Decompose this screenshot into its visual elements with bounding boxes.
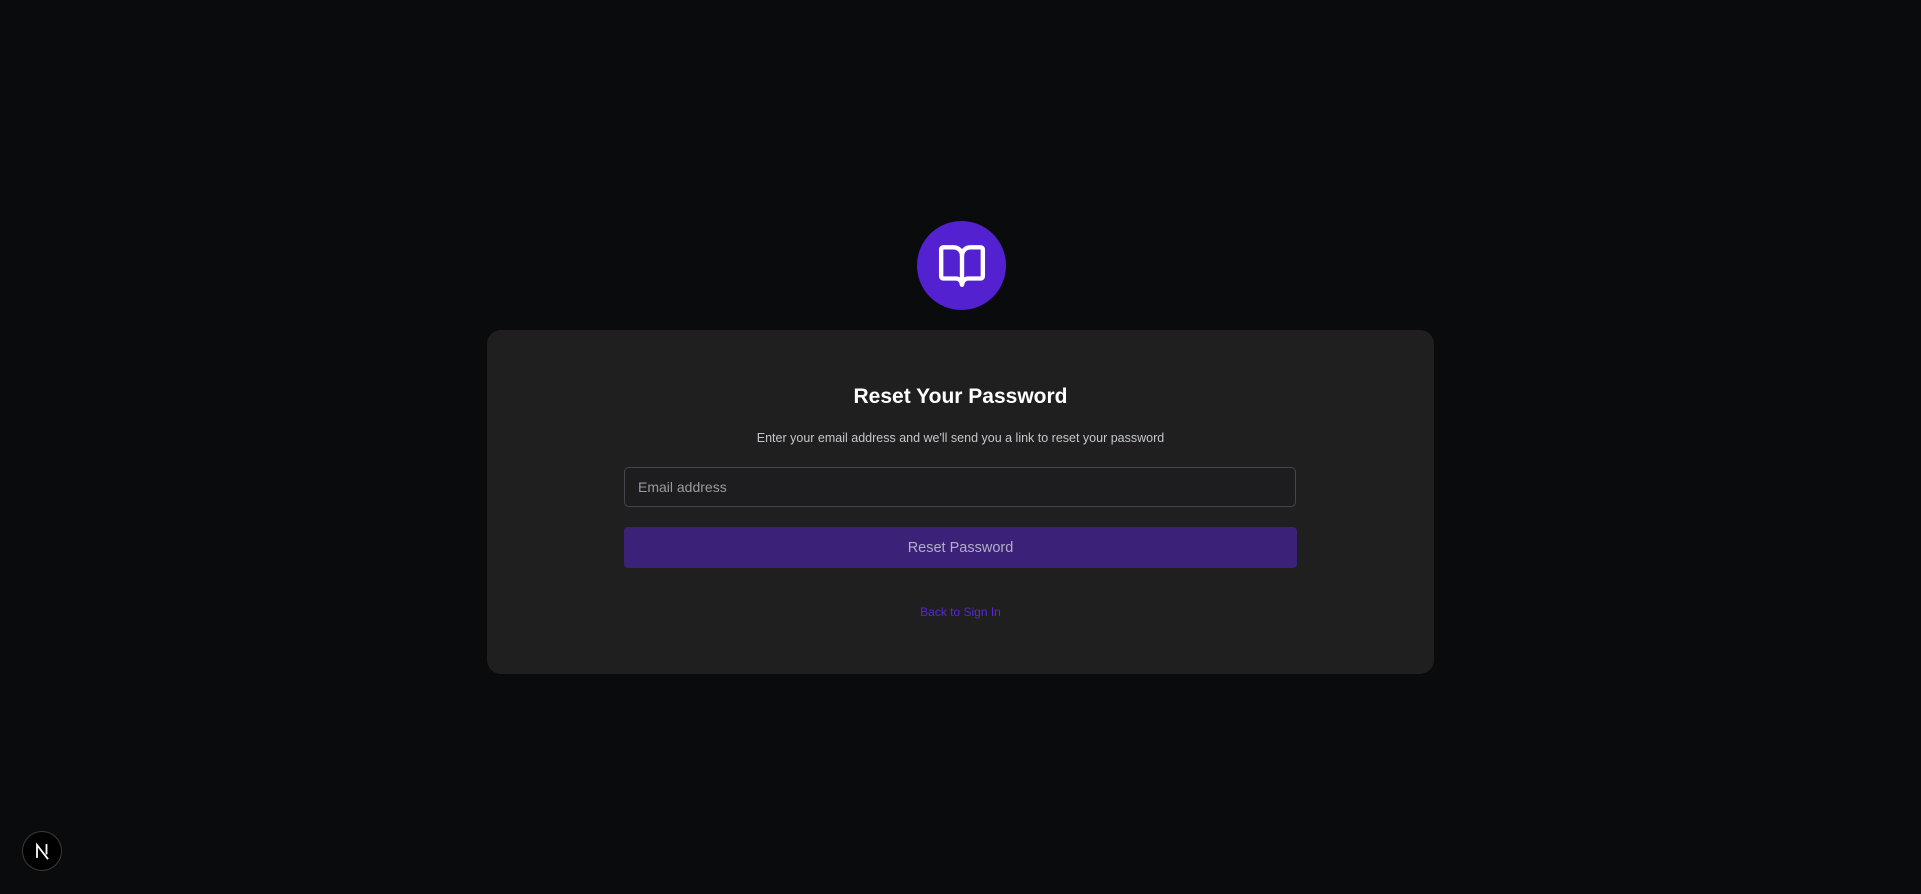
page-title: Reset Your Password <box>853 385 1068 408</box>
reset-password-card: Reset Your Password Enter your email add… <box>487 330 1434 674</box>
back-to-sign-in-link[interactable]: Back to Sign In <box>920 605 1001 619</box>
nextjs-dev-badge[interactable] <box>22 831 62 871</box>
app-logo <box>917 221 1006 310</box>
email-input[interactable] <box>624 467 1296 507</box>
reset-password-page: Reset Your Password Enter your email add… <box>0 0 1921 894</box>
back-link-container: Back to Sign In <box>487 604 1434 620</box>
nextjs-icon <box>36 842 49 860</box>
reset-password-button[interactable]: Reset Password <box>624 527 1297 568</box>
page-subtitle: Enter your email address and we'll send … <box>756 431 1165 445</box>
open-book-icon <box>938 244 985 287</box>
